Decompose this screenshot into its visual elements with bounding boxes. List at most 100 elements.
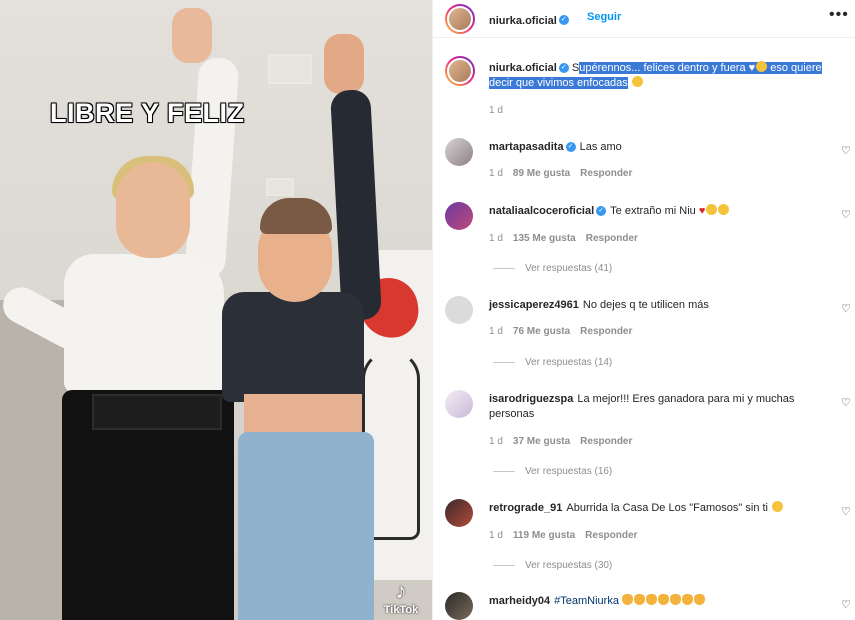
verified-badge-icon: ✓: [596, 206, 607, 217]
person-left-belt: [92, 394, 222, 430]
comment-likes[interactable]: 76 Me gusta: [513, 326, 570, 337]
author-username[interactable]: niurka.oficial: [489, 15, 557, 27]
comment-hashtag[interactable]: #TeamNiurka: [554, 595, 619, 607]
heart-icon[interactable]: ♡: [841, 398, 852, 409]
smiling-emoji-icon: [631, 76, 643, 87]
tiktok-watermark: ♪ TikTok: [376, 578, 426, 620]
verified-badge-icon: ✓: [558, 63, 569, 74]
wall-frame: [268, 54, 312, 84]
verified-badge-icon: ✓: [565, 142, 576, 153]
reply-button[interactable]: Responder: [580, 326, 632, 337]
person-left-top: [64, 254, 224, 394]
replies-divider: [493, 361, 515, 363]
caption-username[interactable]: niurka.oficial: [489, 62, 557, 74]
comment: nataliaalcoceroficial ✓ Te extraño mi Niu …: [489, 204, 819, 219]
comment-time[interactable]: 1 d: [489, 168, 503, 179]
clap-emoji-icon: [670, 594, 682, 605]
clap-emoji-icon: [682, 594, 694, 605]
heart-icon[interactable]: ♡: [841, 304, 852, 315]
tiktok-icon: ♪: [395, 578, 407, 603]
reply-button[interactable]: Responder: [585, 530, 637, 541]
clap-emoji-icon: [694, 594, 706, 605]
comment-time[interactable]: 1 d: [489, 326, 503, 337]
view-replies-label: Ver respuestas (30): [525, 560, 613, 571]
view-replies-button[interactable]: Ver respuestas (16): [493, 466, 612, 477]
comment-meta: 1 d 37 Me gusta Responder: [489, 436, 642, 447]
comment-username[interactable]: retrograde_91: [489, 502, 562, 514]
clap-emoji-icon: [646, 594, 658, 605]
reply-button[interactable]: Responder: [580, 168, 632, 179]
comment-meta: 1 d 89 Me gusta Responder: [489, 168, 642, 179]
comment-avatar[interactable]: [445, 592, 473, 620]
comment-body: Aburrida la Casa De Los "Famosos" sin ti: [566, 502, 768, 514]
clap-emoji-icon: [634, 594, 646, 605]
comment-likes[interactable]: 89 Me gusta: [513, 168, 570, 179]
crying-emoji-icon: [718, 204, 730, 215]
heart-icon[interactable]: ♡: [841, 507, 852, 518]
comment-time[interactable]: 1 d: [489, 530, 503, 541]
view-replies-label: Ver respuestas (14): [525, 357, 613, 368]
caption-selected-1: upérennos... felices dentro y fuera: [579, 62, 746, 74]
comment-time[interactable]: 1 d: [489, 436, 503, 447]
replies-divider: [493, 470, 515, 472]
video-overlay-text: LIBRE Y FELIZ: [50, 98, 245, 128]
comment-avatar[interactable]: [445, 499, 473, 527]
person-right-jeans: [238, 432, 374, 620]
comment-likes[interactable]: 37 Me gusta: [513, 436, 570, 447]
caption-time[interactable]: 1 d: [489, 105, 503, 116]
comment: retrograde_91 Aburrida la Casa De Los "Fa…: [489, 501, 819, 516]
person-left-hand: [172, 8, 212, 63]
crying-emoji-icon: [706, 204, 718, 215]
heart-icon[interactable]: ♡: [841, 600, 852, 611]
comment: isarodriguezspa La mejor!!! Eres ganadora…: [489, 392, 819, 422]
comment-likes[interactable]: 135 Me gusta: [513, 233, 576, 244]
comment-username[interactable]: nataliaalcoceroficial: [489, 205, 594, 217]
comment-avatar[interactable]: [445, 138, 473, 166]
comment-avatar[interactable]: [445, 390, 473, 418]
replies-divider: [493, 267, 515, 269]
reply-button[interactable]: Responder: [580, 436, 632, 447]
comment: jessicaperez4961 No dejes q te utilicen m…: [489, 298, 819, 313]
comment-likes[interactable]: 119 Me gusta: [513, 530, 575, 541]
view-replies-label: Ver respuestas (16): [525, 466, 613, 477]
clap-emoji-icon: [622, 594, 634, 605]
comment-body: No dejes q te utilicen más: [582, 299, 709, 311]
comment-meta: 1 d 135 Me gusta Responder: [489, 233, 648, 244]
comment-body: Te extraño mi Niu: [610, 205, 696, 217]
post-media[interactable]: LIBRE Y FELIZ ♪ TikTok: [0, 0, 432, 620]
caption-text: niurka.oficial ✓ Supérennos... felices de…: [489, 61, 829, 91]
replies-divider: [493, 564, 515, 566]
comment: marheidy04 #TeamNiurka: [489, 594, 819, 609]
heart-icon[interactable]: ♡: [841, 210, 852, 221]
comment-username[interactable]: martapasadita: [489, 141, 564, 153]
clap-emoji-icon: [658, 594, 670, 605]
red-heart-icon: ♥: [698, 205, 706, 217]
caption-avatar[interactable]: [445, 56, 475, 86]
view-replies-button[interactable]: Ver respuestas (14): [493, 357, 612, 368]
heart-icon[interactable]: ♡: [841, 146, 852, 157]
view-replies-button[interactable]: Ver respuestas (30): [493, 560, 612, 571]
post-side-panel: niurka.oficial ✓ Seguir ••• niurka.oficia…: [432, 0, 855, 620]
comment-username[interactable]: marheidy04: [489, 595, 550, 607]
comment-avatar[interactable]: [445, 202, 473, 230]
grin-emoji-icon: [756, 61, 768, 72]
view-replies-button[interactable]: Ver respuestas (41): [493, 263, 612, 274]
reply-button[interactable]: Responder: [586, 233, 638, 244]
wall-frame: [266, 178, 294, 196]
comment-meta: 1 d 76 Me gusta Responder: [489, 326, 642, 337]
caption-meta: 1 d: [489, 105, 513, 116]
comment-username[interactable]: jessicaperez4961: [489, 299, 579, 311]
comment-meta: 1 d 119 Me gusta Responder: [489, 530, 647, 541]
sad-emoji-icon: [772, 501, 784, 512]
view-replies-label: Ver respuestas (41): [525, 263, 613, 274]
tiktok-watermark-text: TikTok: [383, 604, 419, 616]
comment-avatar[interactable]: [445, 296, 473, 324]
verified-badge-icon: ✓: [558, 14, 569, 25]
comment-time[interactable]: 1 d: [489, 233, 503, 244]
more-options-icon[interactable]: •••: [829, 6, 849, 24]
comment-username[interactable]: isarodriguezspa: [489, 393, 573, 405]
person-left-face: [116, 162, 190, 258]
follow-button[interactable]: Seguir: [587, 11, 621, 23]
person-right-top: [222, 292, 364, 402]
author-avatar[interactable]: [445, 4, 475, 34]
